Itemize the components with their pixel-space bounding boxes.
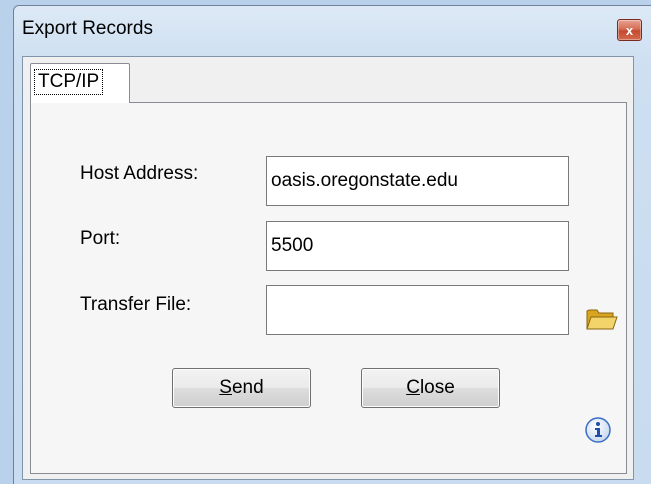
send-button-mnemonic: S bbox=[219, 377, 232, 398]
transfer-file-input[interactable] bbox=[266, 285, 569, 335]
host-address-input[interactable] bbox=[266, 156, 569, 206]
port-input[interactable] bbox=[266, 221, 569, 271]
close-button-label: lose bbox=[419, 377, 455, 398]
info-icon[interactable] bbox=[584, 416, 612, 444]
port-label: Port: bbox=[80, 228, 121, 249]
close-icon: x bbox=[625, 22, 634, 38]
window-title: Export Records bbox=[22, 18, 153, 39]
close-button-mnemonic: C bbox=[406, 377, 420, 398]
window-close-button[interactable]: x bbox=[617, 19, 642, 41]
send-button[interactable]: Send bbox=[172, 368, 311, 408]
tab-tcp-ip-label: TCP/IP bbox=[33, 69, 104, 95]
send-button-label: end bbox=[231, 377, 264, 398]
transfer-file-label: Transfer File: bbox=[80, 294, 192, 315]
host-address-label: Host Address: bbox=[80, 163, 199, 184]
folder-icon[interactable] bbox=[586, 307, 618, 331]
close-button[interactable]: Close bbox=[361, 368, 500, 408]
tab-tcp-ip[interactable]: TCP/IP bbox=[30, 63, 130, 103]
